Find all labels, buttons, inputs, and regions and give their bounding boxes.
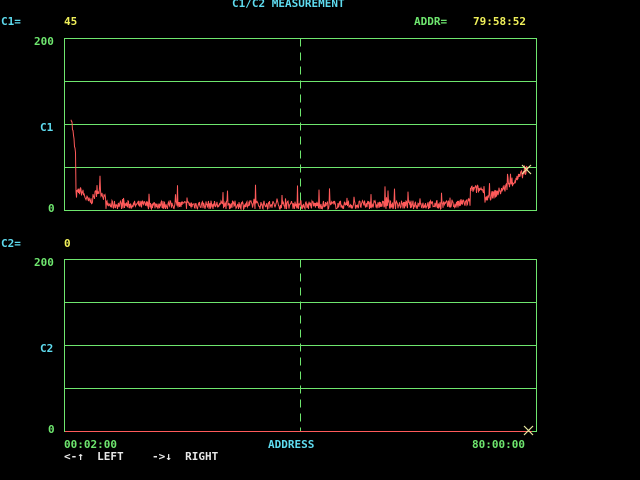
plot2-cursor-icon[interactable] [523, 425, 534, 436]
c1-trace [70, 119, 529, 211]
plot2-grid [64, 259, 537, 432]
plots-canvas [64, 38, 537, 436]
plot1-grid [64, 38, 537, 211]
